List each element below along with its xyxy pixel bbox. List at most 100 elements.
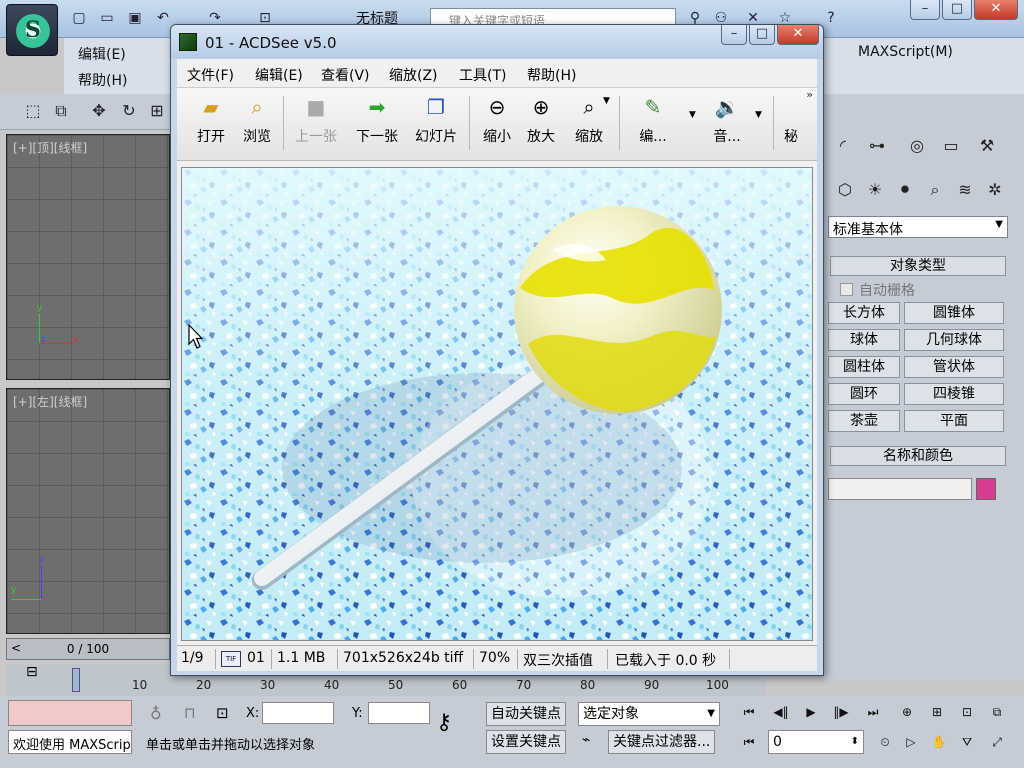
menu-zoom[interactable]: 缩放(Z)	[389, 65, 438, 85]
create-tab-icon[interactable]: ◜	[830, 134, 856, 158]
object-name-input[interactable]	[828, 478, 972, 500]
overflow-button[interactable]: 秘	[781, 94, 801, 152]
minimize-button[interactable]: –	[910, 0, 940, 20]
zoom-extents-icon[interactable]: ⊕	[896, 702, 918, 722]
menu-file[interactable]: 文件(F)	[187, 65, 234, 85]
menu-help[interactable]: 帮助(H)	[78, 70, 127, 90]
display-tab-icon[interactable]: ▭	[938, 134, 964, 158]
time-slider[interactable]: < 0 / 100	[6, 638, 170, 660]
chevron-double-right-icon[interactable]: »	[806, 88, 813, 101]
go-to-end-icon[interactable]: ⏭	[862, 702, 884, 722]
menu-view[interactable]: 查看(V)	[321, 65, 370, 85]
x-coordinate-input[interactable]	[262, 702, 334, 724]
prev-frame-icon[interactable]: ◀‖	[770, 702, 792, 722]
new-file-icon[interactable]: ▢	[70, 10, 88, 26]
audio-dropdown-icon[interactable]: ▼	[755, 110, 762, 120]
key-icon[interactable]: ⚷	[436, 710, 452, 735]
edit-dropdown-icon[interactable]: ▼	[689, 110, 696, 120]
primitive-button[interactable]: 茶壶	[828, 410, 900, 432]
field-of-view-icon[interactable]: ⊡	[956, 702, 978, 722]
maximize-button[interactable]: □	[942, 0, 972, 20]
edit-button[interactable]: ✎ 编...	[633, 94, 673, 152]
primitive-button[interactable]: 圆锥体	[904, 302, 1004, 324]
close-button[interactable]: ✕	[777, 25, 819, 45]
viewport-left-label[interactable]: [+][左][线框]	[13, 393, 87, 410]
open-folder-icon[interactable]: ▭	[98, 10, 116, 26]
key-mode-toggle-icon[interactable]: ⌁	[582, 732, 590, 748]
menu-tools[interactable]: 工具(T)	[459, 65, 506, 85]
primitive-button[interactable]: 管状体	[904, 356, 1004, 378]
motion-tab-icon[interactable]: ◎	[904, 134, 930, 158]
hierarchy-tab-icon[interactable]: ⊶	[864, 134, 890, 158]
key-set-select[interactable]: 选定对象 ▼	[578, 702, 720, 726]
primitive-button[interactable]: 几何球体	[904, 329, 1004, 351]
max-logo[interactable]: S	[6, 4, 58, 56]
go-to-start-icon[interactable]: ⏮	[738, 702, 760, 722]
maximize-button[interactable]: □	[749, 25, 775, 45]
pan-icon[interactable]: ✋	[928, 732, 950, 752]
close-button[interactable]: ✕	[974, 0, 1018, 20]
zoom-in-button[interactable]: ⊕ 放大	[521, 94, 561, 152]
menu-edit[interactable]: 编辑(E)	[78, 44, 126, 64]
select-region-icon[interactable]: ⬚	[22, 100, 44, 122]
help-icon[interactable]: ?	[822, 10, 840, 26]
auto-grid-checkbox[interactable]: 自动栅格	[840, 280, 915, 300]
checkbox-box[interactable]	[840, 283, 853, 296]
open-button[interactable]: ▰ 打开	[191, 94, 231, 152]
rollout-object-type[interactable]: 对象类型	[830, 256, 1006, 276]
absolute-mode-icon[interactable]: ⊡	[216, 704, 229, 722]
maxscript-welcome[interactable]: 欢迎使用 MAXScript。	[8, 730, 132, 754]
primitive-button[interactable]: 圆柱体	[828, 356, 900, 378]
systems-icon[interactable]: ✲	[982, 178, 1008, 202]
select-by-name-icon[interactable]: ⧉	[50, 100, 72, 122]
scale-icon[interactable]: ⊞	[146, 100, 168, 122]
primitive-button[interactable]: 四棱锥	[904, 383, 1004, 405]
save-icon[interactable]: ▣	[126, 10, 144, 26]
key-mode-toggle-icon[interactable]: ⏮	[738, 732, 760, 752]
next-frame-icon[interactable]: ‖▶	[830, 702, 852, 722]
prev-image-button[interactable]: ■ 上一张	[291, 94, 341, 152]
slideshow-button[interactable]: ❐ 幻灯片	[411, 94, 461, 152]
y-coordinate-input[interactable]	[368, 702, 430, 724]
rotate-icon[interactable]: ↻	[118, 100, 140, 122]
primitive-button[interactable]: 圆环	[828, 383, 900, 405]
move-icon[interactable]: ✥	[88, 100, 110, 122]
helpers-icon[interactable]: ⌕	[922, 178, 948, 202]
space-warps-icon[interactable]: ≋	[952, 178, 978, 202]
play-icon[interactable]: ▶	[800, 702, 822, 722]
lock-icon[interactable]: ⊓	[184, 704, 196, 722]
time-marker[interactable]	[72, 668, 80, 692]
next-image-button[interactable]: ➡ 下一张	[349, 94, 405, 152]
image-viewer[interactable]	[181, 167, 813, 641]
minimize-button[interactable]: –	[721, 25, 747, 45]
viewport-top-label[interactable]: [+][顶][线框]	[13, 139, 87, 156]
viewport-left[interactable]: [+][左][线框] z y	[6, 388, 170, 634]
primitive-button[interactable]: 球体	[828, 329, 900, 351]
time-config-icon[interactable]: ⏲	[874, 732, 896, 752]
zoom-all-icon[interactable]: ⧉	[986, 702, 1008, 722]
browse-button[interactable]: ⌕ 浏览	[237, 94, 277, 152]
menu-edit[interactable]: 编辑(E)	[255, 65, 303, 85]
audio-button[interactable]: 🔉 音...	[705, 94, 749, 152]
cameras-icon[interactable]: ⚫	[892, 178, 918, 202]
menu-help[interactable]: 帮助(H)	[527, 65, 576, 85]
menu-maxscript[interactable]: MAXScript(M)	[858, 44, 953, 60]
utilities-tab-icon[interactable]: ⚒	[974, 134, 1000, 158]
viewport-top[interactable]: [+][顶][线框] y x z	[6, 134, 170, 380]
rollout-name-and-color[interactable]: 名称和颜色	[830, 446, 1006, 466]
current-frame-spinner[interactable]: 0 ⬍	[768, 730, 864, 754]
maxscript-listener-mini[interactable]	[8, 700, 132, 726]
acdsee-app-icon[interactable]	[179, 33, 197, 51]
primitive-category-select[interactable]: 标准基本体 ▼	[828, 216, 1008, 238]
acdsee-title-bar[interactable]: 01 - ACDSee v5.0 – □ ✕	[171, 25, 823, 59]
zoom-out-button[interactable]: ⊖ 缩小	[477, 94, 517, 152]
lights-icon[interactable]: ☀	[862, 178, 888, 202]
zoom-region-icon[interactable]: ⊞	[926, 702, 948, 722]
walk-icon[interactable]: ⛛	[956, 732, 978, 752]
primitive-button[interactable]: 平面	[904, 410, 1004, 432]
lightbulb-icon[interactable]: ♁	[150, 704, 162, 723]
key-filters-button[interactable]: 关键点过滤器...	[608, 730, 716, 754]
maximize-viewport-icon[interactable]: ⤢	[986, 732, 1008, 752]
object-color-swatch[interactable]	[976, 478, 996, 500]
set-key-button[interactable]: 设置关键点	[486, 730, 566, 754]
